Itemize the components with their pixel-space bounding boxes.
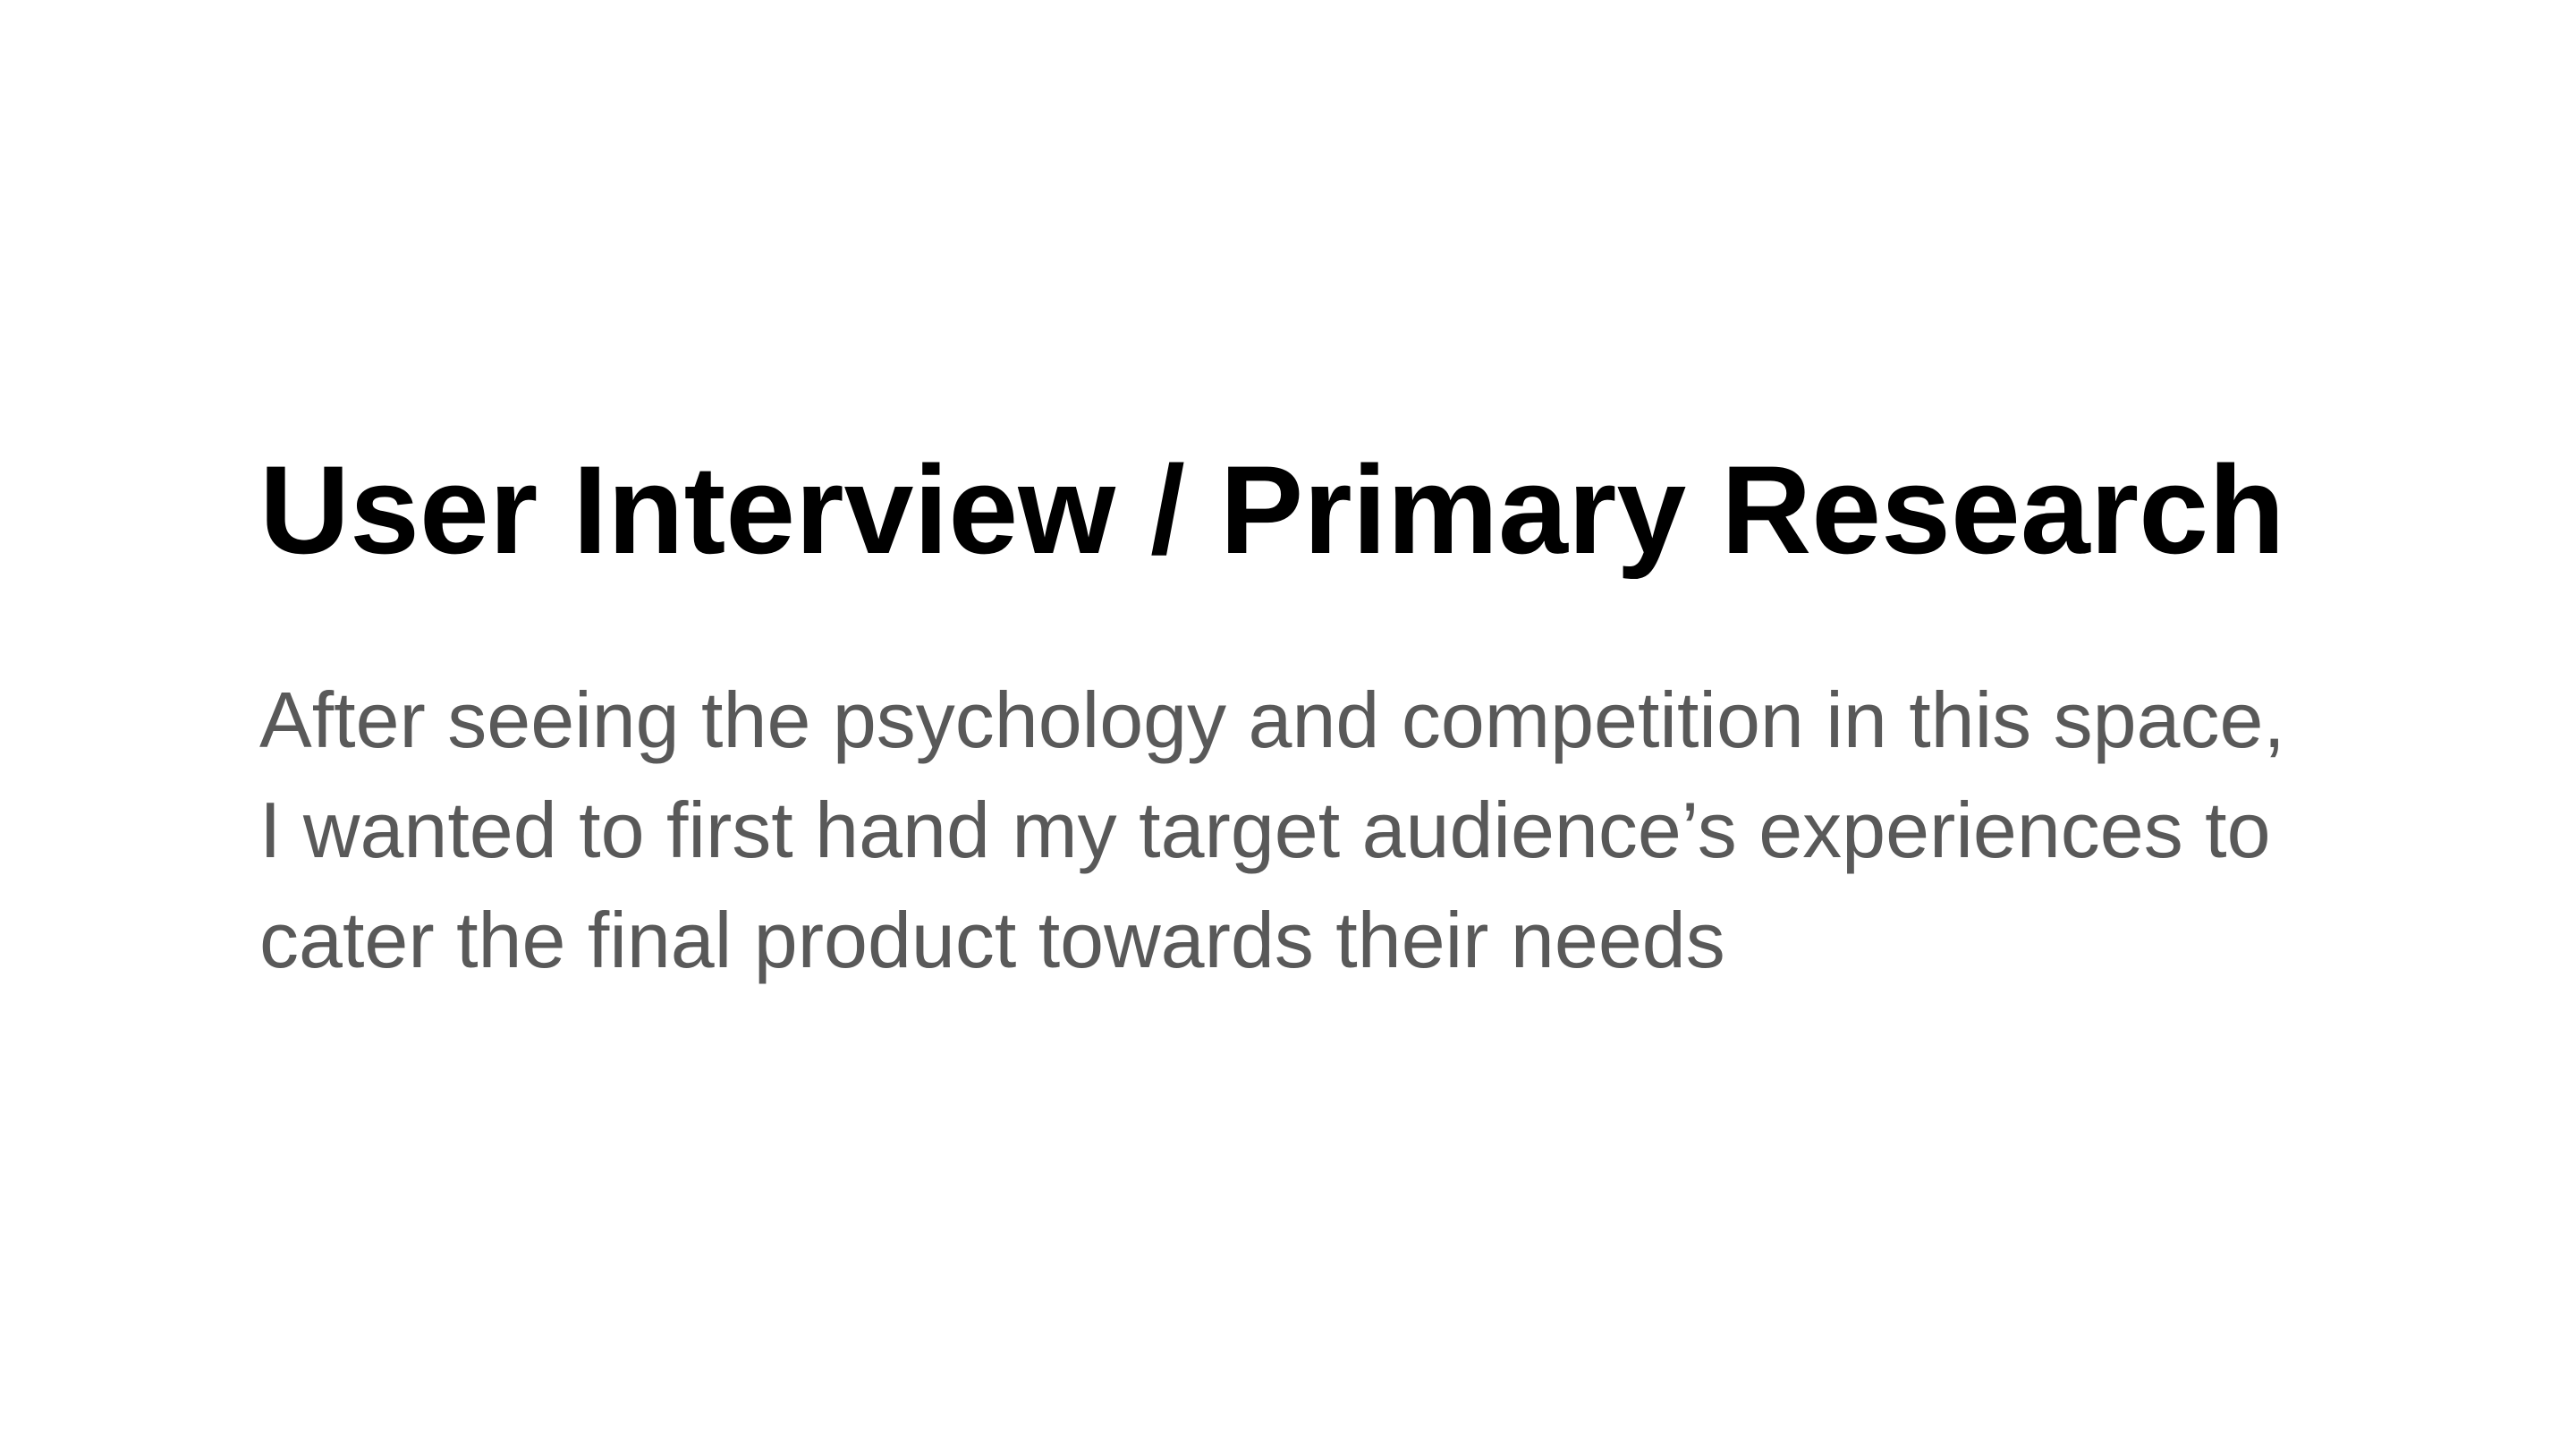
slide: User Interview / Primary Research After … [0, 0, 2576, 1445]
body-line: cater the final product towards their ne… [259, 896, 1725, 984]
slide-title: User Interview / Primary Research [259, 439, 2285, 580]
body-line: I wanted to first hand my target audienc… [259, 786, 2271, 874]
slide-body: After seeing the psychology and competit… [259, 665, 2361, 995]
body-line: After seeing the psychology and competit… [259, 676, 2285, 764]
